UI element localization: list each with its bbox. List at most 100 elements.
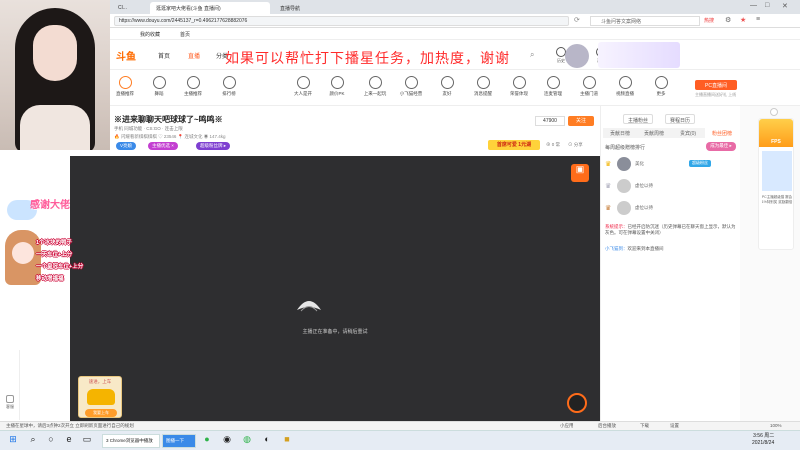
player-menu-icon[interactable]: ▣ [571, 164, 589, 182]
status-download[interactable]: 下载 [640, 423, 649, 429]
follow-count: 47900 [535, 116, 565, 126]
category-item[interactable]: 消息提醒 [468, 76, 498, 97]
minimize-icon[interactable]: — [750, 2, 757, 9]
category-item[interactable]: 舞蹈 [144, 76, 174, 97]
zoom-level[interactable]: 100% [770, 423, 782, 428]
gift-icon[interactable] [567, 393, 587, 413]
menu-icon[interactable]: ≡ [756, 16, 760, 23]
search-icon[interactable]: ⌕ [26, 434, 40, 448]
tag-anchor-pick[interactable]: 主播优选 × [148, 142, 178, 150]
steam-icon[interactable]: ◐ [260, 434, 274, 448]
status-bg-play[interactable]: 后台播放 [598, 423, 616, 429]
star-icon[interactable]: ★ [740, 16, 746, 24]
category-item[interactable]: 连麦管理 [538, 76, 568, 97]
status-text: 主播在星球中，请后3点钟2次开立 立即刷新页面进行自己的规划 [6, 423, 134, 428]
category-item[interactable]: 上来一起玩 [360, 76, 390, 97]
count-label[interactable]: ⊕ 0 常 [546, 142, 560, 148]
car-promo-card[interactable]: 速进，上车 我要上车 [78, 376, 122, 418]
clock-date: 2021/8/24 [752, 440, 775, 446]
url-input[interactable]: https://www.douyu.com/2445137_r=0.496217… [114, 16, 569, 26]
player-message: 主播正在准备中，请稍后重试 [302, 329, 368, 335]
folder-icon[interactable]: ▭ [80, 434, 94, 448]
become-top-button[interactable]: 成为最佳 ▸ [706, 142, 736, 151]
obs-icon[interactable]: ◉ [220, 434, 234, 448]
promo-card[interactable]: FPS PC主播超级猫 赛会1%特别奖 奖励翻倍 [758, 118, 794, 250]
windows-start-icon[interactable]: ⊞ [6, 434, 20, 448]
taskbar-app-2[interactable]: 图播一下 [162, 434, 196, 448]
hot-search-label[interactable]: 热搜 [704, 17, 714, 24]
search-icon[interactable]: ⌕ [530, 50, 534, 60]
maximize-icon[interactable]: □ [765, 2, 769, 9]
nav-live[interactable]: 直播 [188, 51, 200, 60]
category-item[interactable]: 更多 [646, 76, 676, 97]
gift-line: 一天车位+上分 [36, 252, 73, 258]
weekly-rank-label: 每周超级赠榜排行 [605, 145, 646, 151]
schedule-button[interactable]: 赛程日历 [665, 114, 696, 124]
rank-name: 美化 [635, 161, 644, 166]
rank-row[interactable]: ♛ 虚位以待 [605, 200, 735, 218]
car-icon [87, 389, 115, 405]
hot-badge[interactable]: 首席可爱 1元湖 [488, 140, 540, 150]
pc-live-subtitle: 主播直播间送好礼 上线 [695, 92, 737, 97]
browser-search-input[interactable]: 斗鱼问答文案网络 [590, 16, 700, 26]
rank-name: 虚位以待 [635, 183, 653, 188]
category-item[interactable]: 直播推荐 [110, 76, 140, 97]
tab-fan-club[interactable]: 粉丝团榜 [705, 128, 739, 138]
category-item[interactable]: 小飞猫经营 [396, 76, 426, 97]
category-item[interactable]: 颜价PK [322, 76, 352, 97]
close-ad-icon[interactable] [770, 108, 778, 116]
browser-tab-1[interactable]: Cl... [112, 2, 133, 14]
reload-icon[interactable]: ⟳ [574, 16, 580, 24]
bell-icon [476, 76, 490, 89]
site-logo[interactable]: 斗鱼 [116, 48, 136, 63]
system-clock[interactable]: 3:56 周二 2021/8/24 [752, 433, 774, 447]
category-item[interactable]: 友好 [432, 76, 462, 97]
browser-tab-strip: Cl... 逛逛家吧大佬看(斗鱼 直播间) 直播导航 — □ ✕ [110, 0, 800, 14]
bookmark-home[interactable]: 首页 [180, 31, 190, 38]
webcam-face [33, 25, 77, 81]
header-banner-ad[interactable] [598, 42, 680, 68]
edge-icon[interactable]: e [62, 434, 76, 448]
tab-vip[interactable]: 贵宾(0) [671, 128, 705, 138]
browser-tab-3[interactable]: 直播导航 [274, 2, 334, 14]
room-header: ※进来聊聊天吧球球了~鸣鸣※ 手机 同城功能 · CS:GO · 连击上限 🔥 … [110, 106, 600, 156]
nav-home[interactable]: 首页 [158, 51, 170, 60]
address-bar: https://www.douyu.com/2445137_r=0.496217… [110, 14, 800, 28]
tab-weekly-rank[interactable]: 贡献周榜 [637, 128, 671, 138]
tag-v[interactable]: V亮娘 [116, 142, 137, 150]
tab-daily-rank[interactable]: 贡献日榜 [603, 128, 637, 138]
board-car-button[interactable]: 我要上车 [85, 409, 117, 417]
category-item[interactable]: 主播门道 [574, 76, 604, 97]
close-icon[interactable]: ✕ [782, 2, 788, 10]
pc-live-button[interactable]: PC直播间 [695, 80, 737, 90]
video-player[interactable]: ▣ 主播正在准备中，请稍后重试 速进，上车 我要上车 [70, 156, 600, 421]
green-app-icon[interactable]: ● [200, 434, 214, 448]
cat-icon [404, 76, 418, 89]
promo-image [762, 151, 792, 191]
task-view-icon[interactable]: ○ [44, 434, 58, 448]
tag-super-fan[interactable]: 超级粉丝牌 ▸ [196, 142, 231, 150]
category-item[interactable]: 荣誉体现 [504, 76, 534, 97]
left-strip-service[interactable]: 客服 [2, 395, 18, 410]
wechat-icon[interactable]: ◍ [240, 434, 254, 448]
rank-row[interactable]: ♛ 虚位以待 [605, 178, 735, 196]
rank-row[interactable]: ♛ 美化 超级粉丝 [605, 156, 735, 174]
taskbar-app-browser[interactable]: 3 Chrome浏览器中播放 [102, 434, 160, 448]
user-avatar[interactable] [565, 44, 589, 68]
fans-button[interactable]: 主播粉丝 [623, 114, 654, 124]
app-icon[interactable]: ■ [280, 434, 294, 448]
category-item[interactable]: 排行榜 [214, 76, 244, 97]
browser-tab-2[interactable]: 逛逛家吧大佬看(斗鱼 直播间) [150, 2, 270, 14]
category-item[interactable]: 视频直播 [610, 76, 640, 97]
category-item[interactable]: 主播推荐 [178, 76, 208, 97]
category-item[interactable]: 大人是开 [288, 76, 318, 97]
bookmark-favorites[interactable]: 我的收藏 [140, 31, 160, 38]
share-button[interactable]: ⊙ 分享 [568, 142, 583, 148]
status-mini-app[interactable]: 小应用 [560, 423, 574, 429]
follow-button[interactable]: 关注 [568, 116, 594, 126]
status-settings[interactable]: 设置 [670, 423, 679, 429]
avatar [617, 201, 631, 215]
extension-icon[interactable]: ⚙ [725, 16, 731, 24]
anchor-icon [186, 76, 200, 89]
category-bar: 直播推荐 舞蹈 主播推荐 排行榜 大人是开 颜价PK 上来一起玩 小飞猫经营 友… [110, 70, 800, 106]
